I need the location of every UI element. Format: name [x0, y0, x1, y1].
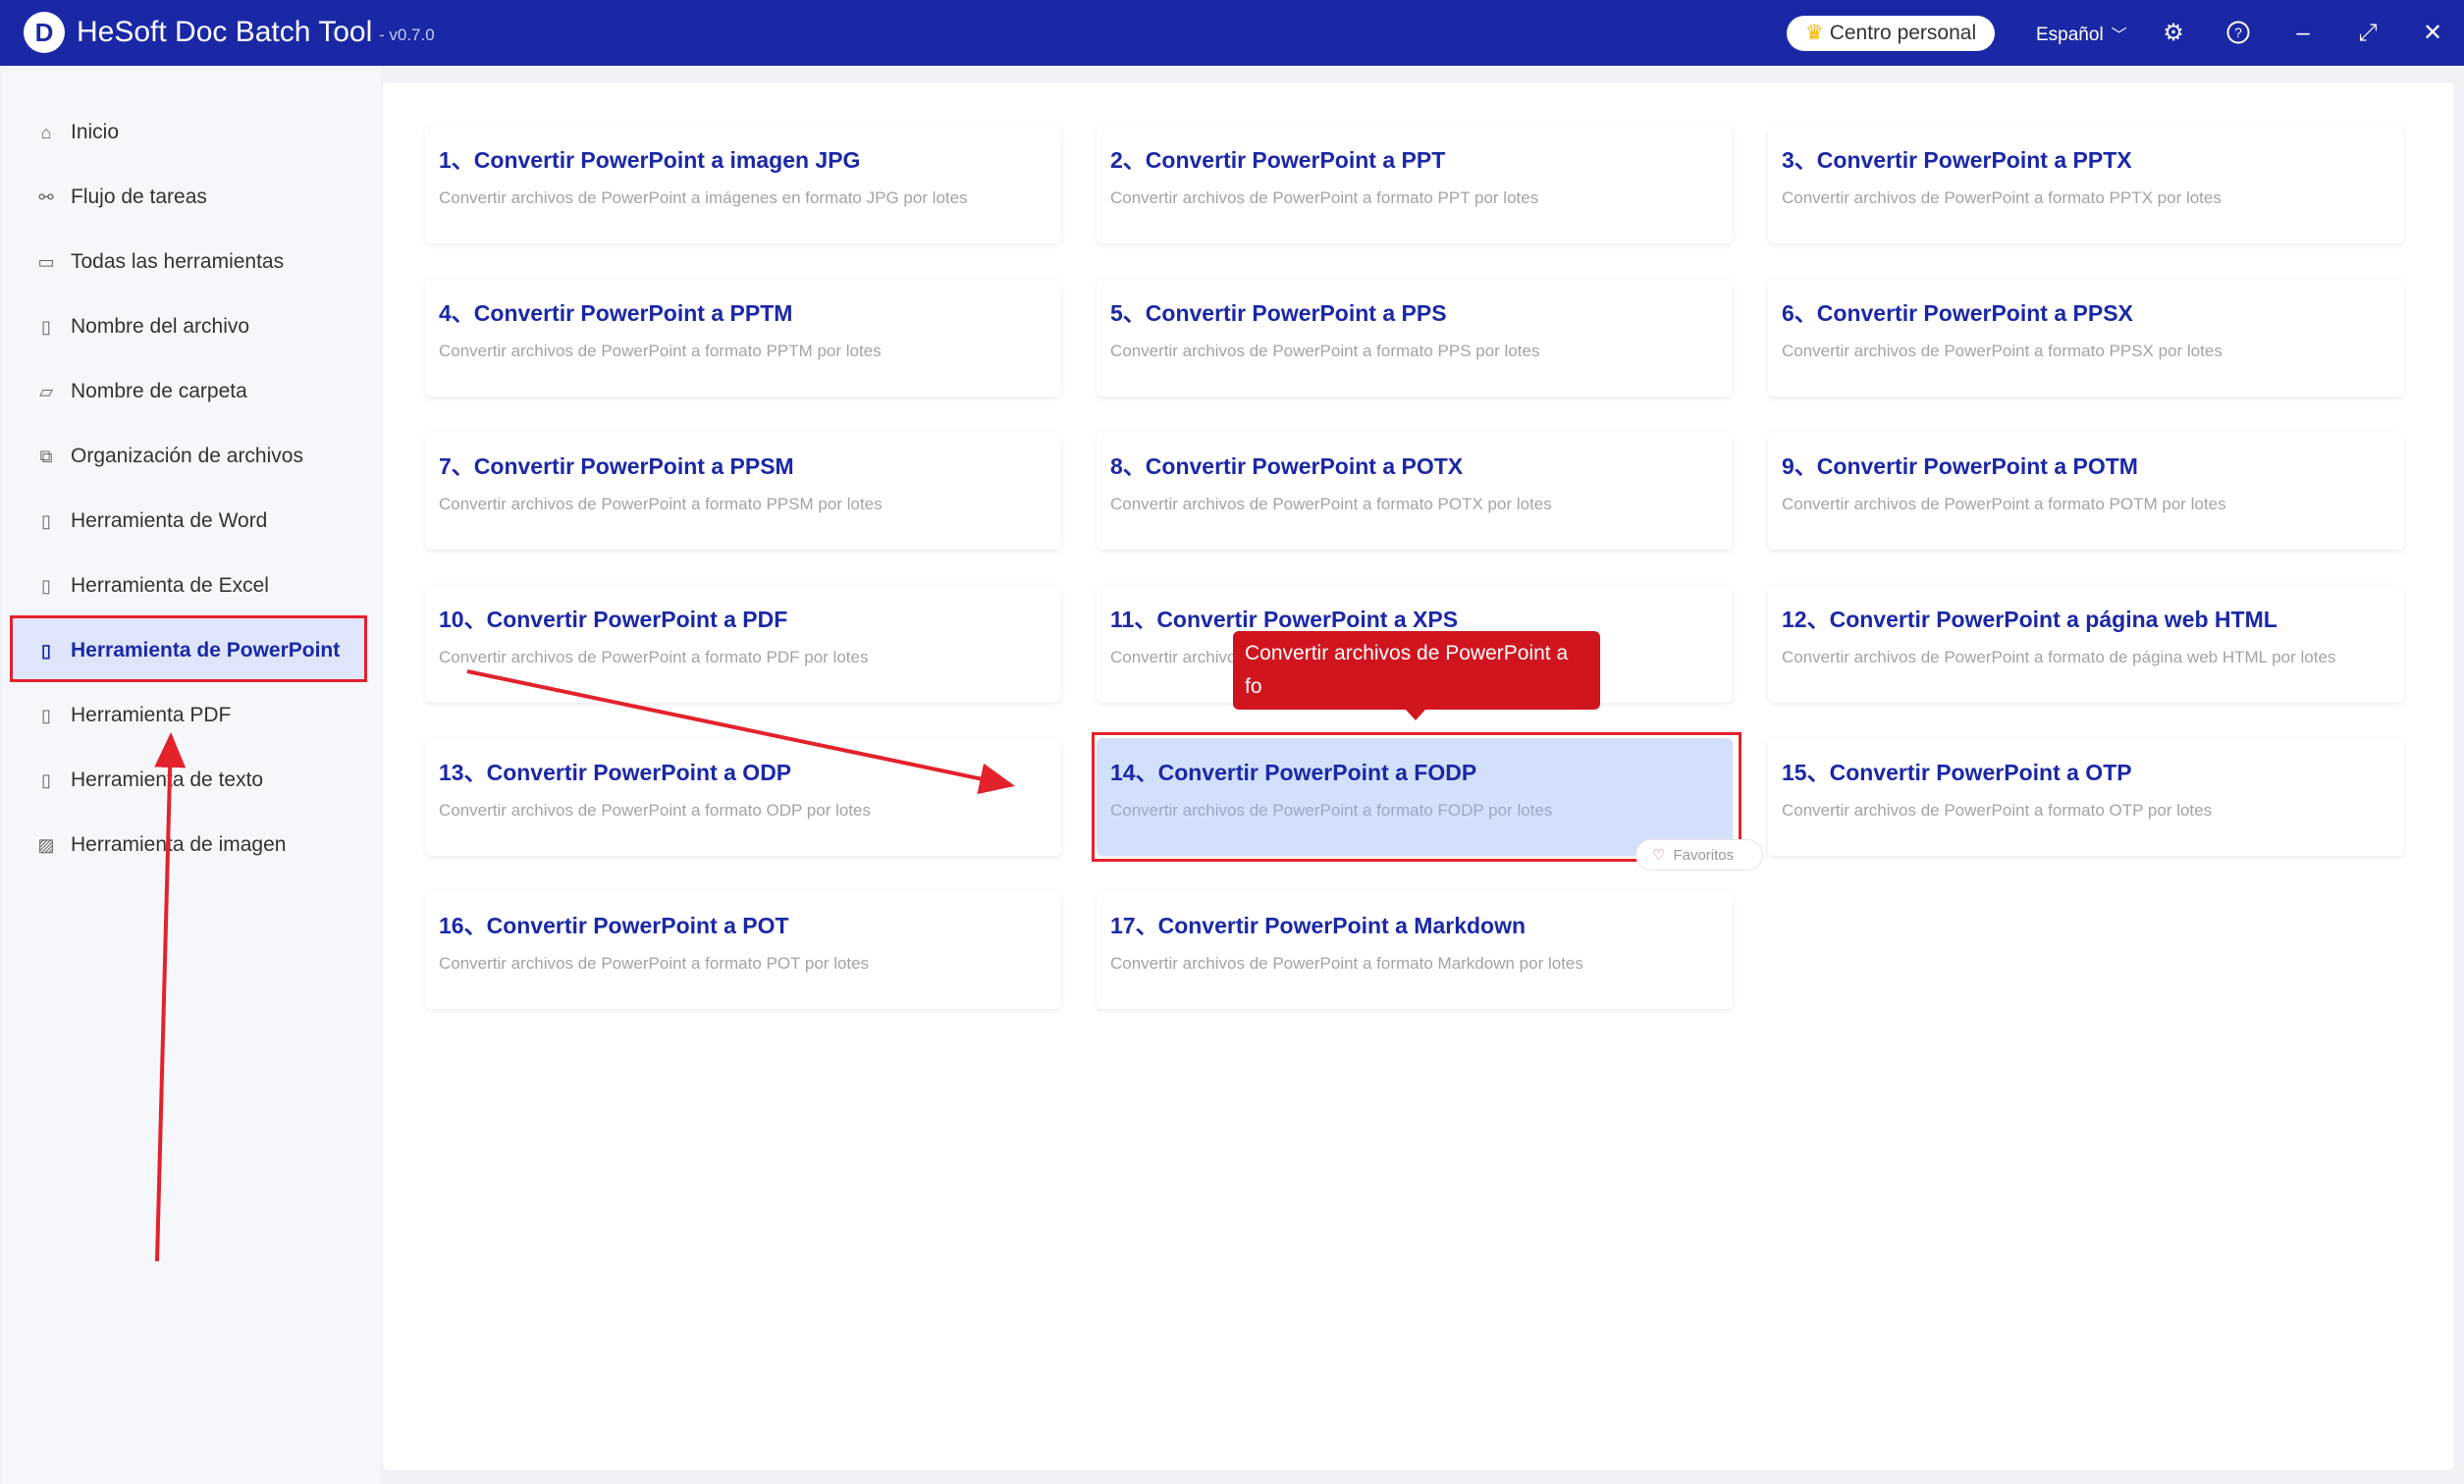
annotation-arrow-up: [154, 732, 187, 1262]
annotation-arrow-right: [466, 669, 1015, 795]
annotation-arrows: [154, 669, 1015, 1262]
